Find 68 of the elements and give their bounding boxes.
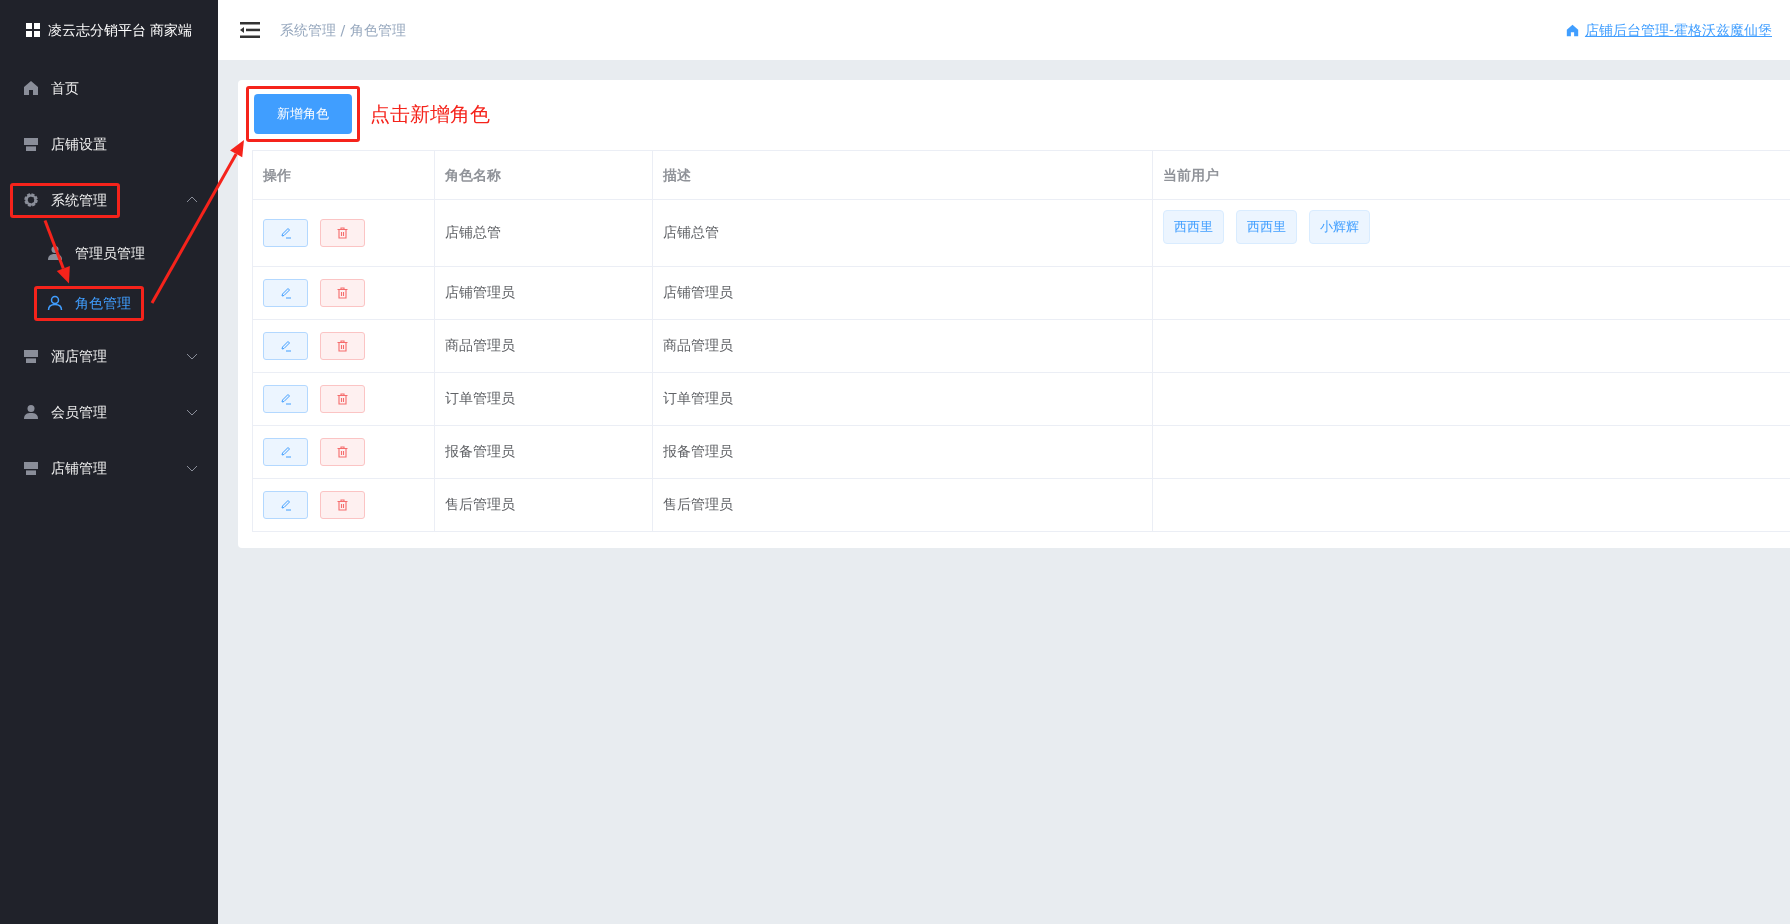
sidebar-item[interactable]: 系统管理 [0,172,218,228]
table-cell: 订单管理员 [434,372,653,425]
sidebar-item[interactable]: 会员管理 [0,384,218,440]
table-cell: 店铺管理员 [652,266,1153,319]
edit-button[interactable] [263,278,308,307]
annotation-box: 角色管理 [34,285,144,321]
annotation-box: 系统管理 [10,182,120,218]
sidebar-item[interactable]: 店铺管理 [0,440,218,496]
sidebar-item[interactable]: 首页 [0,60,218,116]
breadcrumb: 系统管理 / 角色管理 [280,20,406,40]
trash-icon [337,339,348,352]
column-header: 当前用户 [1152,150,1790,200]
home-icon [23,80,39,96]
column-header: 角色名称 [434,150,653,200]
user-tag: 小辉辉 [1309,210,1370,244]
table-cell: 店铺管理员 [434,266,653,319]
sidebar-item[interactable]: 酒店管理 [0,328,218,384]
settings-icon [23,192,39,208]
delete-button[interactable] [320,278,365,307]
store-icon [23,348,39,364]
pencil-icon [279,339,292,352]
column-header: 操作 [252,150,435,200]
table-cell: 售后管理员 [434,478,653,531]
trash-icon [337,392,348,405]
person-icon [47,295,63,311]
person-icon [47,245,63,261]
table-cell: 订单管理员 [652,372,1153,425]
submenu-item[interactable]: 角色管理 [0,278,218,328]
edit-button[interactable] [263,218,308,247]
home-icon [1565,23,1579,37]
table-cell: 商品管理员 [652,319,1153,372]
edit-button[interactable] [263,331,308,360]
delete-button[interactable] [320,437,365,466]
delete-button[interactable] [320,384,365,413]
delete-button[interactable] [320,490,365,519]
annotation-text: 点击新增角色 [370,101,490,128]
pencil-icon [279,286,292,299]
table-cell: 售后管理员 [652,478,1153,531]
table-cell: 店铺总管 [652,199,1153,266]
delete-button[interactable] [320,218,365,247]
brand-title: 凌云志分销平台 商家端 [48,20,193,40]
table-cell: 商品管理员 [434,319,653,372]
store-icon [23,136,39,152]
column-header: 描述 [652,150,1153,200]
store-icon [23,460,39,476]
person-icon [23,404,39,420]
menu-icon[interactable] [240,22,260,38]
delete-button[interactable] [320,331,365,360]
user-tag: 西西里 [1236,210,1297,244]
edit-button[interactable] [263,384,308,413]
trash-icon [337,498,348,511]
grid-icon [26,23,40,37]
annotation-arrow [43,219,70,284]
trash-icon [337,445,348,458]
trash-icon [337,286,348,299]
submenu-item[interactable]: 管理员管理 [0,228,218,278]
sidebar-item[interactable]: 店铺设置 [0,116,218,172]
pencil-icon [279,445,292,458]
user-tag: 西西里 [1163,210,1224,244]
pencil-icon [279,226,292,239]
trash-icon [337,226,348,239]
pencil-icon [279,498,292,511]
pencil-icon [279,392,292,405]
edit-button[interactable] [263,490,308,519]
edit-button[interactable] [263,437,308,466]
table-cell: 报备管理员 [652,425,1153,478]
table-cell: 店铺总管 [434,199,653,266]
table-cell: 报备管理员 [434,425,653,478]
